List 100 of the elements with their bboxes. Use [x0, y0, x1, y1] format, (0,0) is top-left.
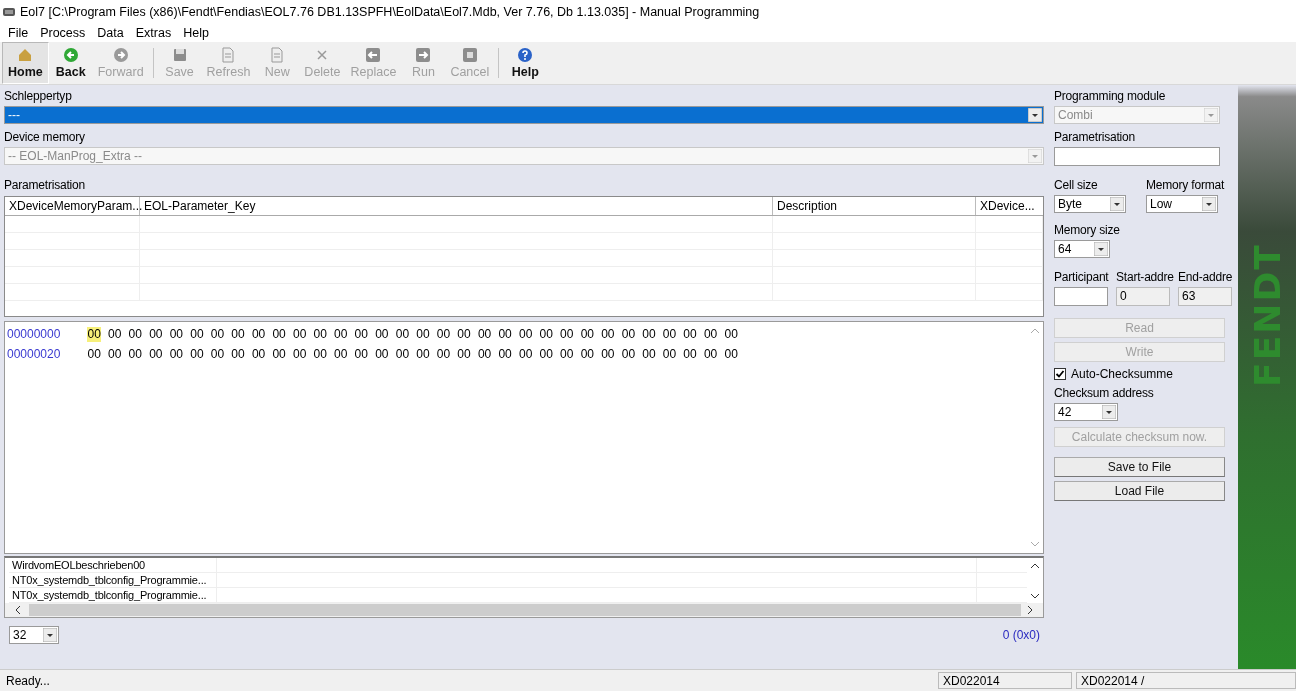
hex-byte[interactable]: 00 [189, 326, 205, 342]
checkbox[interactable] [1054, 368, 1066, 380]
input-field[interactable] [1054, 287, 1108, 306]
input-field[interactable]: 0 [1116, 287, 1170, 306]
tractor-type-dropdown[interactable]: --- [4, 106, 1044, 124]
hex-byte[interactable]: 00 [436, 326, 451, 342]
menu-item[interactable]: File [2, 26, 35, 40]
status-panel: XD022014 / [1076, 672, 1296, 689]
hex-byte[interactable]: 00 [87, 326, 102, 342]
hex-byte[interactable]: 00 [621, 346, 636, 362]
hex-byte[interactable]: 00 [682, 346, 698, 362]
hex-byte[interactable]: 00 [641, 346, 657, 362]
home-button[interactable]: Home [2, 42, 49, 84]
hex-byte[interactable]: 00 [292, 346, 307, 362]
memory-format-dropdown[interactable]: Low [1146, 195, 1218, 213]
hex-byte[interactable]: 00 [148, 346, 163, 362]
hex-byte[interactable]: 00 [128, 346, 143, 362]
hex-byte[interactable]: 00 [128, 326, 143, 342]
list-cell[interactable]: WirdvomEOLbeschrieben00 [9, 558, 217, 572]
hex-byte[interactable]: 00 [436, 346, 451, 362]
hex-byte[interactable]: 00 [271, 346, 287, 362]
hex-byte[interactable]: 00 [477, 326, 492, 342]
hex-byte[interactable]: 00 [169, 346, 184, 362]
hex-byte[interactable]: 00 [374, 326, 389, 342]
hex-byte[interactable]: 00 [559, 326, 574, 342]
cell-size-dropdown[interactable]: Byte [1054, 195, 1126, 213]
cursor-position: 0 (0x0) [1002, 628, 1040, 642]
input-field[interactable] [1054, 147, 1220, 166]
memory-size-dropdown[interactable]: 64 [1054, 240, 1110, 258]
hex-byte[interactable]: 00 [148, 326, 163, 342]
hex-byte[interactable]: 00 [477, 346, 492, 362]
hex-byte[interactable]: 00 [333, 346, 348, 362]
hex-byte[interactable]: 00 [497, 346, 513, 362]
hex-byte[interactable]: 00 [580, 346, 595, 362]
column-header[interactable]: Description [773, 197, 976, 215]
hex-byte[interactable]: 00 [210, 346, 225, 362]
hex-byte[interactable]: 00 [559, 346, 574, 362]
input-field[interactable]: 63 [1178, 287, 1232, 306]
hex-byte[interactable]: 00 [107, 346, 122, 362]
hex-byte[interactable]: 00 [395, 346, 410, 362]
hex-byte[interactable]: 00 [600, 326, 616, 342]
hex-byte[interactable]: 00 [703, 346, 718, 362]
column-header[interactable]: XDevice... [976, 197, 1043, 215]
hex-byte[interactable]: 00 [292, 326, 307, 342]
hex-byte[interactable]: 00 [313, 346, 328, 362]
save-to-file-button[interactable]: Save to File [1054, 457, 1225, 477]
hex-byte[interactable]: 00 [682, 326, 698, 342]
list-cell[interactable]: NT0x_systemdb_tblconfig_Programmie... [9, 573, 217, 587]
hex-byte[interactable]: 00 [723, 326, 739, 342]
menu-item[interactable]: Help [177, 26, 215, 40]
hex-byte[interactable]: 00 [580, 326, 595, 342]
menu-item[interactable]: Data [91, 26, 130, 40]
column-header[interactable]: XDeviceMemoryParam... [5, 197, 140, 215]
hex-byte[interactable]: 00 [210, 326, 225, 342]
hex-byte[interactable]: 00 [333, 326, 348, 342]
hex-byte[interactable]: 00 [271, 326, 287, 342]
hex-byte[interactable]: 00 [456, 326, 472, 342]
hex-byte[interactable]: 00 [497, 326, 513, 342]
hex-byte[interactable]: 00 [641, 326, 657, 342]
menu-item[interactable]: Process [34, 26, 92, 40]
load-file-button[interactable]: Load File [1054, 481, 1225, 501]
hex-byte[interactable]: 00 [518, 346, 533, 362]
hex-byte[interactable]: 00 [662, 326, 677, 342]
hex-byte[interactable]: 00 [189, 346, 205, 362]
up-chevron-icon [1030, 563, 1040, 569]
hex-byte[interactable]: 00 [518, 326, 533, 342]
menu-item[interactable]: Extras [129, 26, 178, 40]
hex-byte[interactable]: 00 [354, 326, 369, 342]
scrollbar-thumb[interactable] [29, 604, 1021, 616]
hex-byte[interactable]: 00 [703, 326, 718, 342]
hex-byte[interactable]: 00 [230, 346, 246, 362]
field-label: Checksum address [1054, 386, 1154, 400]
hex-byte[interactable]: 00 [354, 346, 369, 362]
hex-byte[interactable]: 00 [395, 326, 410, 342]
list-cell[interactable]: NT0x_systemdb_tblconfig_Programmie... [9, 588, 217, 602]
hex-byte[interactable]: 00 [313, 326, 328, 342]
hex-byte[interactable]: 00 [230, 326, 246, 342]
checksum-address-dropdown[interactable]: 42 [1054, 403, 1118, 421]
hex-byte[interactable]: 00 [87, 346, 102, 362]
hex-byte[interactable]: 00 [723, 346, 739, 362]
horizontal-scrollbar[interactable] [5, 603, 1043, 617]
hex-byte[interactable]: 00 [456, 346, 472, 362]
hex-byte[interactable]: 00 [539, 346, 554, 362]
hex-byte[interactable]: 00 [662, 346, 677, 362]
hex-byte[interactable]: 00 [539, 326, 554, 342]
hex-byte[interactable]: 00 [251, 326, 266, 342]
field-label: Schleppertyp [4, 89, 73, 103]
hex-byte[interactable]: 00 [415, 326, 431, 342]
caret-icon [1110, 197, 1124, 211]
hex-byte[interactable]: 00 [169, 326, 184, 342]
field-label: End-addre [1178, 270, 1232, 284]
hex-byte[interactable]: 00 [251, 346, 266, 362]
hex-byte[interactable]: 00 [107, 326, 122, 342]
hex-byte[interactable]: 00 [374, 346, 389, 362]
bytes-per-row-dropdown[interactable]: 32 [9, 626, 59, 644]
hex-byte[interactable]: 00 [600, 346, 616, 362]
hex-byte[interactable]: 00 [621, 326, 636, 342]
help-button[interactable]: Help [503, 42, 548, 84]
back-button[interactable]: Back [48, 42, 93, 84]
hex-byte[interactable]: 00 [415, 346, 431, 362]
